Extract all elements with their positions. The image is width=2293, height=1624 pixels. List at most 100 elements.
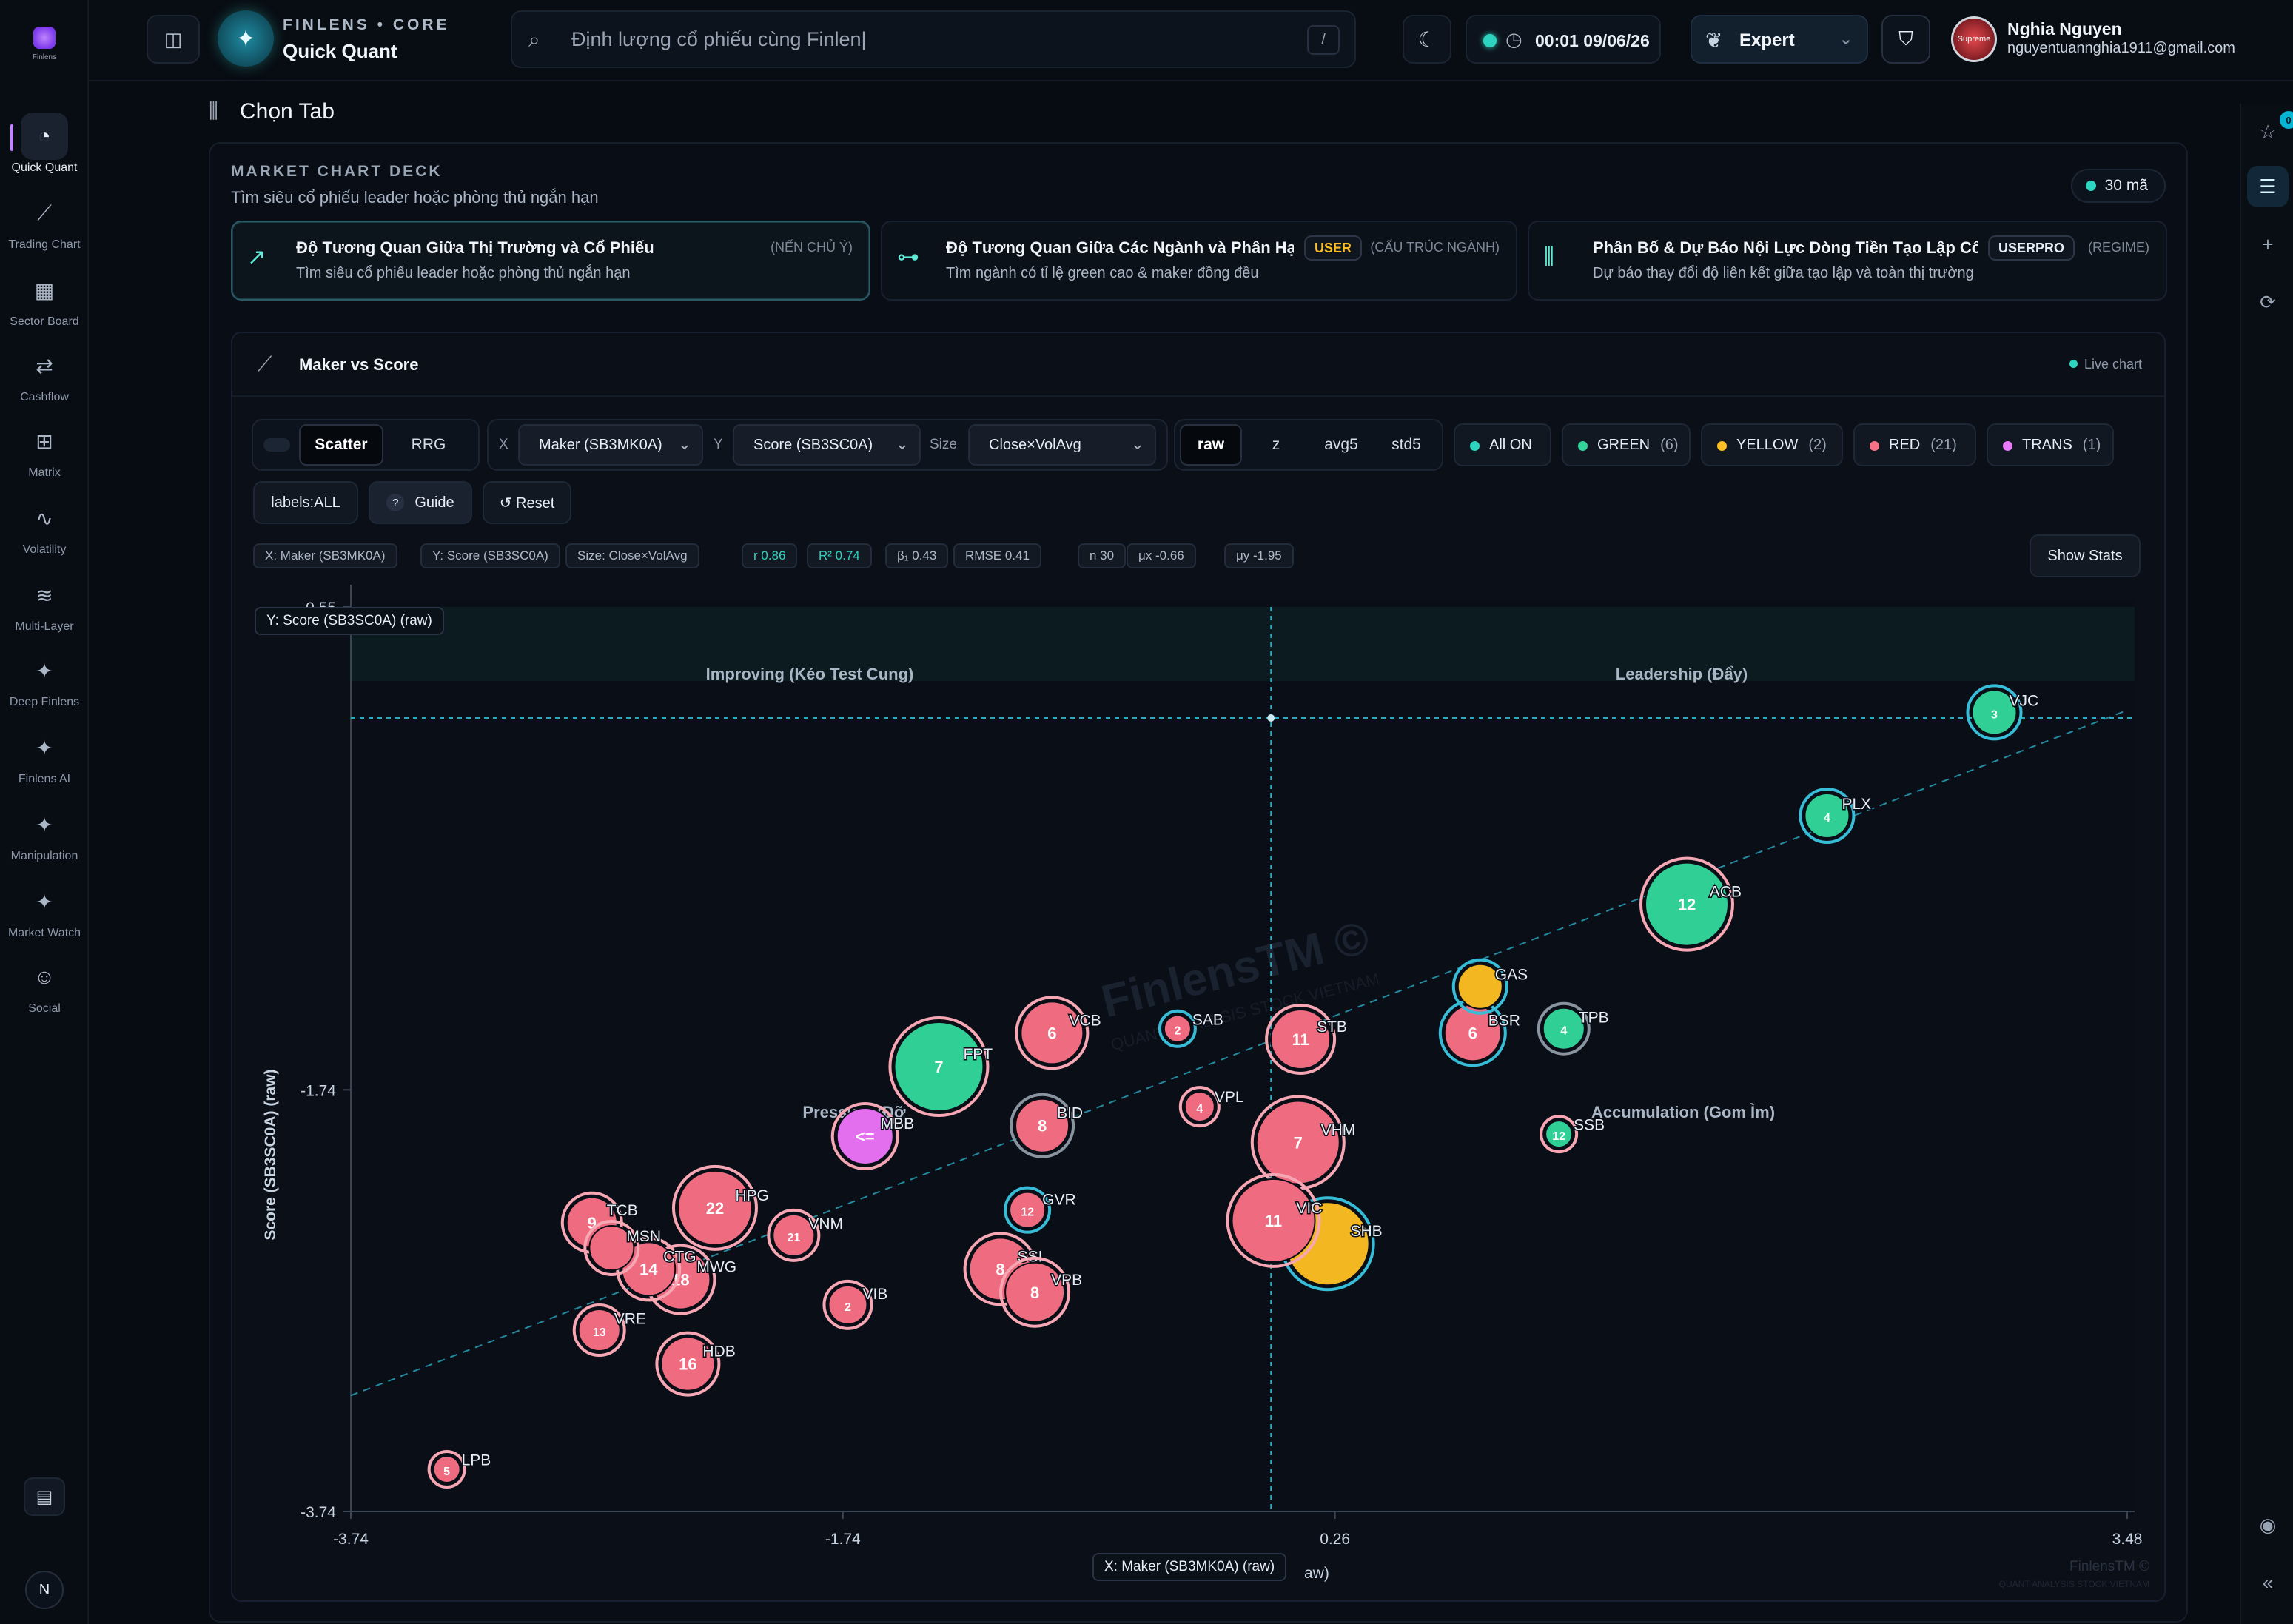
x-axis-title-tail: aw): [1304, 1565, 1329, 1582]
sidebar-item-cashflow[interactable]: ⇄ Cashflow: [0, 342, 89, 413]
refresh-button[interactable]: ⟳: [2247, 281, 2289, 323]
plot-area: [351, 600, 2135, 1511]
search-input[interactable]: ⌕ Định lượng cổ phiếu cùng Finlen| /: [511, 10, 1356, 68]
bar-chart-icon: ⫼: [1544, 244, 1554, 269]
eye-icon: ◉: [2259, 1513, 2277, 1536]
symbol-count-badge: 30 mã: [2070, 169, 2166, 203]
deck-card-market-correlation[interactable]: ↗ Độ Tương Quan Giữa Thị Trường và Cổ Ph…: [231, 221, 870, 301]
point-count-label: 4: [1824, 812, 1830, 825]
avatar[interactable]: Supreme: [1951, 16, 1997, 62]
point-count-label: 8: [1038, 1117, 1047, 1135]
point-count-label: 5: [443, 1466, 450, 1478]
point-ticker-label: PLX: [1842, 796, 1871, 813]
user-badge: USER: [1304, 235, 1363, 261]
panel-toggle-icon: ◫: [164, 27, 183, 50]
sparkles-icon: ✦: [36, 813, 53, 836]
sidebar-item-label: Sector Board: [10, 315, 79, 328]
favorites-button[interactable]: ☆ 0: [2247, 111, 2293, 152]
search-value: Định lượng cổ phiếu cùng Finlen|: [571, 28, 867, 50]
y-tick-label: -1.74: [301, 1082, 336, 1099]
sidebar-item-matrix[interactable]: ⊞ Matrix: [0, 417, 89, 489]
card-title: Phân Bố & Dự Báo Nội Lực Dòng Tiền Tạo L…: [1593, 238, 1978, 257]
scatter-chart[interactable]: FinlensTM © QUANT ANALYSIS STOCK VIETNAM I…: [232, 333, 2167, 1603]
arrows-swap-icon: ⇄: [36, 354, 53, 378]
sidebar-item-deep-finlens[interactable]: ✦ Deep Finlens: [0, 647, 89, 718]
sidebar-item-label: Deep Finlens: [9, 696, 80, 708]
point-count-label: 8: [1030, 1284, 1039, 1302]
sidebar-item-social[interactable]: ☺ Social: [0, 953, 89, 1024]
point-count-label: 11: [1265, 1212, 1282, 1230]
clock-widget[interactable]: ◷ 00:01 09/06/26: [1466, 15, 1661, 64]
sidebar-item-label: Finlens AI: [18, 773, 71, 785]
sidebar-item-label: Matrix: [28, 466, 61, 479]
sidebar-item-label: Cashflow: [20, 391, 69, 403]
card-title: Độ Tương Quan Giữa Các Ngành và Phân Hạ.…: [946, 238, 1294, 257]
point-ticker-label: GVR: [1042, 1191, 1076, 1208]
sidebar-item-volatility[interactable]: ∿ Volatility: [0, 494, 89, 566]
point-ticker-label: VRE: [614, 1311, 646, 1328]
brain-icon: ❦: [1705, 29, 1723, 52]
sidebar-item-manipulation[interactable]: ✦ Manipulation: [0, 801, 89, 872]
maker-vs-score-chart-card: ⟋ Maker vs Score Live chart Scatter RRG …: [231, 332, 2166, 1602]
deck-card-sector-correlation[interactable]: ⊶ Độ Tương Quan Giữa Các Ngành và Phân H…: [881, 221, 1517, 301]
quadrant-label: Leadership (Đẩy): [1616, 665, 1748, 683]
y-axis-badge: Y: Score (SB3SC0A) (raw): [255, 607, 444, 635]
status-dot: [1483, 34, 1497, 47]
favorites-count-badge: 0: [2280, 111, 2293, 129]
collapse-button[interactable]: «: [2247, 1562, 2289, 1603]
point-count-label: 7: [934, 1058, 943, 1076]
point-ticker-label: VPB: [1051, 1272, 1082, 1289]
x-tick-label: -1.74: [825, 1531, 861, 1548]
point-ticker-label: VCB: [1069, 1012, 1101, 1029]
mode-select[interactable]: ❦ Expert ⌄: [1691, 15, 1868, 64]
deck-kicker: MARKET CHART DECK: [231, 163, 443, 180]
app-logo[interactable]: Finlens: [24, 27, 65, 74]
userpro-badge: USERPRO: [1988, 235, 2075, 261]
point-ticker-label: SHB: [1350, 1223, 1382, 1240]
clock-icon: ◷: [1505, 28, 1522, 50]
sidebar-item-label: Trading Chart: [8, 238, 81, 251]
point-count-label: 3: [1991, 708, 1998, 721]
security-button[interactable]: ⛉: [1881, 15, 1930, 64]
search-shortcut-key: /: [1307, 25, 1340, 55]
top-bar: ◫ ✦ FINLENS • CORE Quick Quant ⌕ Định lư…: [89, 0, 2293, 81]
point-count-label: 2: [845, 1301, 851, 1314]
point-ticker-label: MSN: [626, 1228, 661, 1245]
point-count-label: 4: [1560, 1025, 1567, 1038]
sidebar-item-trading-chart[interactable]: ⟋ Trading Chart: [0, 189, 89, 261]
sidebar-item-quick-quant[interactable]: ◔ Quick Quant: [0, 113, 89, 184]
sidebar-item-finlens-ai[interactable]: ✦ Finlens AI: [0, 724, 89, 795]
add-button[interactable]: +: [2247, 224, 2289, 265]
book-icon-button[interactable]: ▤: [24, 1477, 65, 1516]
filters-button[interactable]: ☰: [2247, 166, 2289, 207]
moon-icon: ☾: [1417, 27, 1437, 51]
sidebar-item-sector-board[interactable]: ▦ Sector Board: [0, 266, 89, 338]
avatar-text: Supreme: [1957, 35, 1991, 44]
sidebar-item-multi-layer[interactable]: ≋ Multi-Layer: [0, 571, 89, 642]
finlens-logo-icon: [33, 27, 56, 49]
left-sidebar: Finlens ◔ Quick Quant ⟋ Trading Chart ▦ Secto…: [0, 0, 89, 1624]
quadrant-label: Accumulation (Gom Ìm): [1591, 1103, 1775, 1121]
user-initial-button[interactable]: N: [25, 1571, 64, 1609]
deck-card-money-flow[interactable]: ⫼ Phân Bố & Dự Báo Nội Lực Dòng Tiền Tạo…: [1528, 221, 2167, 301]
point-count-label: 14: [639, 1260, 658, 1278]
sidebar-item-market-watch[interactable]: ✦ Market Watch: [0, 878, 89, 949]
theme-toggle-button[interactable]: ☾: [1403, 15, 1451, 64]
logo-text: Finlens: [32, 53, 57, 61]
sidebar-item-label: Volatility: [22, 543, 67, 556]
y-tick-label: -3.74: [301, 1504, 336, 1521]
point-ticker-label: MWG: [696, 1259, 736, 1276]
mode-label: Expert: [1739, 30, 1795, 50]
sidebar-item-label: Market Watch: [7, 927, 81, 939]
point-ticker-label: VIB: [862, 1286, 887, 1303]
double-chevron-left-icon: «: [2262, 1571, 2274, 1594]
point-ticker-label: SSB: [1574, 1117, 1605, 1134]
point-ticker-label: SAB: [1192, 1011, 1223, 1028]
brand-name: Quick Quant: [283, 40, 397, 62]
sidebar-toggle-button[interactable]: ◫: [147, 15, 200, 64]
sparkles-icon: ✦: [36, 890, 53, 913]
visibility-button[interactable]: ◉: [2247, 1504, 2289, 1546]
sparkles-icon: ✦: [36, 736, 53, 759]
x-tick-label: 3.48: [2112, 1531, 2143, 1548]
deck-subtitle: Tìm siêu cổ phiếu leader hoặc phòng thủ …: [231, 188, 599, 207]
